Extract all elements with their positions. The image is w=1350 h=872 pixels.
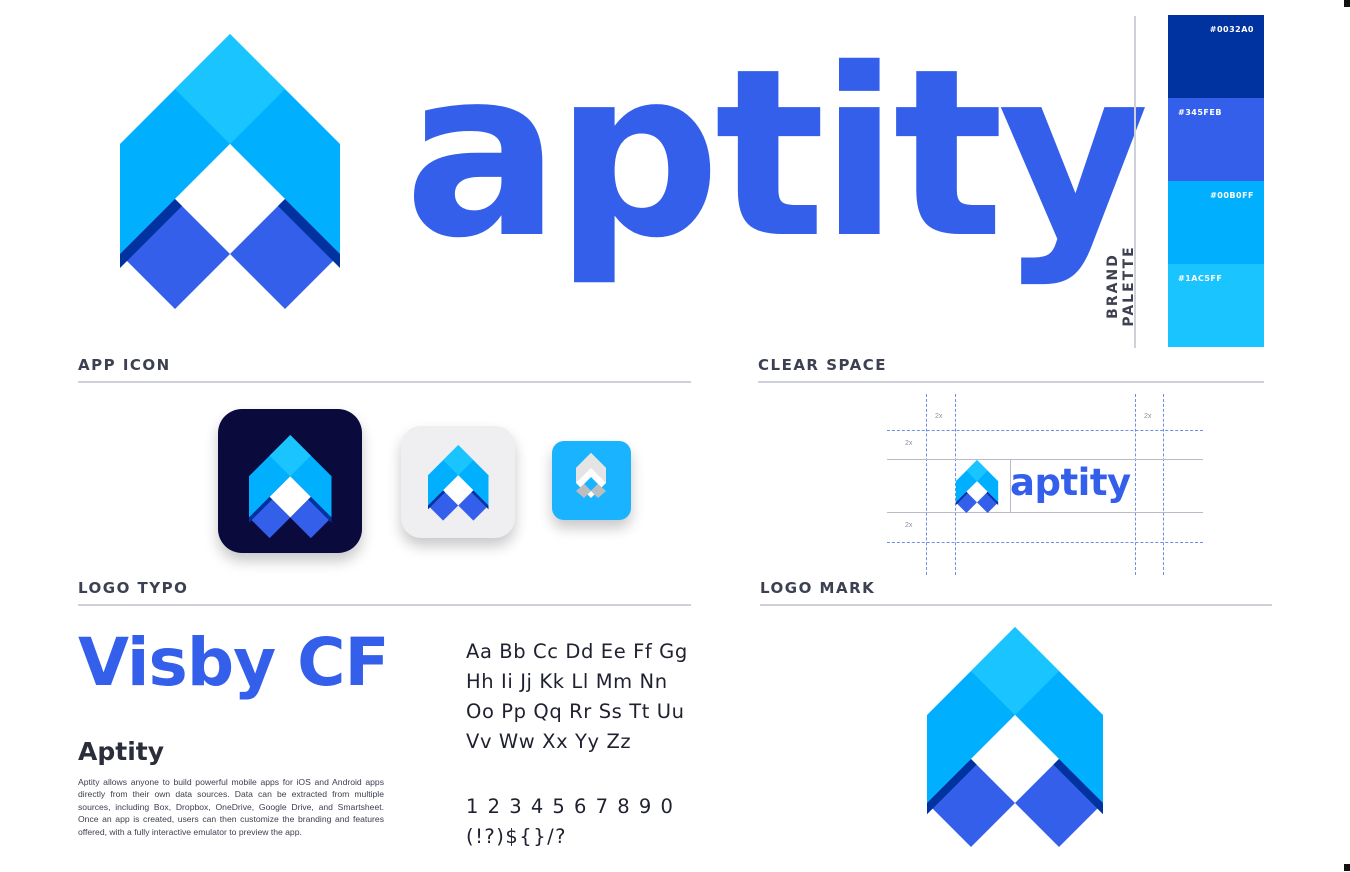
- swatch-label: #0032A0: [1209, 25, 1254, 34]
- font-name: Visby CF: [78, 624, 390, 701]
- unit-label: 2x: [935, 413, 943, 420]
- symbols-line: (!?)${}/?: [466, 825, 568, 848]
- swatch-label: #00B0FF: [1210, 191, 1254, 200]
- swatch-label: #345FEB: [1178, 108, 1222, 117]
- logo-mark-heading: LOGO MARK: [760, 579, 876, 597]
- clear-space-mark-icon: [955, 460, 999, 513]
- logo-typo-heading: LOGO TYPO: [78, 579, 189, 597]
- palette-label: BRAND PALETTE: [1105, 245, 1137, 327]
- logo-mark-rule: [760, 604, 1272, 606]
- logo-mark-icon: [927, 627, 1103, 847]
- numerals-line: 1 2 3 4 5 6 7 8 9 0: [466, 795, 675, 818]
- app-icon-light: [401, 426, 515, 538]
- swatch-00b0ff: #00B0FF: [1168, 181, 1264, 264]
- alphabet-line: Hh Ii Jj Kk Ll Mm Nn: [466, 670, 668, 693]
- brand-description: Aptity allows anyone to build powerful m…: [78, 777, 384, 837]
- swatch-label: #1AC5FF: [1178, 274, 1223, 283]
- app-icon-rule: [78, 381, 691, 383]
- swatch-0032a0: #0032A0: [1168, 15, 1264, 98]
- clear-space-heading: CLEAR SPACE: [758, 356, 887, 374]
- logo-wordmark: aptity: [404, 19, 1149, 289]
- main-logo-mark-icon: [120, 34, 340, 309]
- brand-name: Aptity: [78, 737, 165, 766]
- clear-space-wordmark: aptity: [1010, 461, 1131, 504]
- unit-label: 2x: [1144, 413, 1152, 420]
- alphabet-line: Vv Ww Xx Yy Zz: [466, 730, 632, 753]
- alphabet-line: Oo Pp Qq Rr Ss Tt Uu: [466, 700, 685, 723]
- corner-marker: [1344, 864, 1350, 871]
- corner-marker: [1344, 0, 1350, 7]
- app-icon-dark: [218, 409, 362, 553]
- clear-space-rule: [758, 381, 1264, 383]
- app-icon-heading: APP ICON: [78, 356, 171, 374]
- app-icon-blue: [552, 441, 631, 520]
- logo-typo-rule: [78, 604, 691, 606]
- alphabet-line: Aa Bb Cc Dd Ee Ff Gg: [466, 640, 688, 663]
- unit-label: 2x: [905, 522, 913, 529]
- swatch-345feb: #345FEB: [1168, 98, 1264, 181]
- unit-label: 2x: [905, 440, 913, 447]
- swatch-1ac5ff: #1AC5FF: [1168, 264, 1264, 347]
